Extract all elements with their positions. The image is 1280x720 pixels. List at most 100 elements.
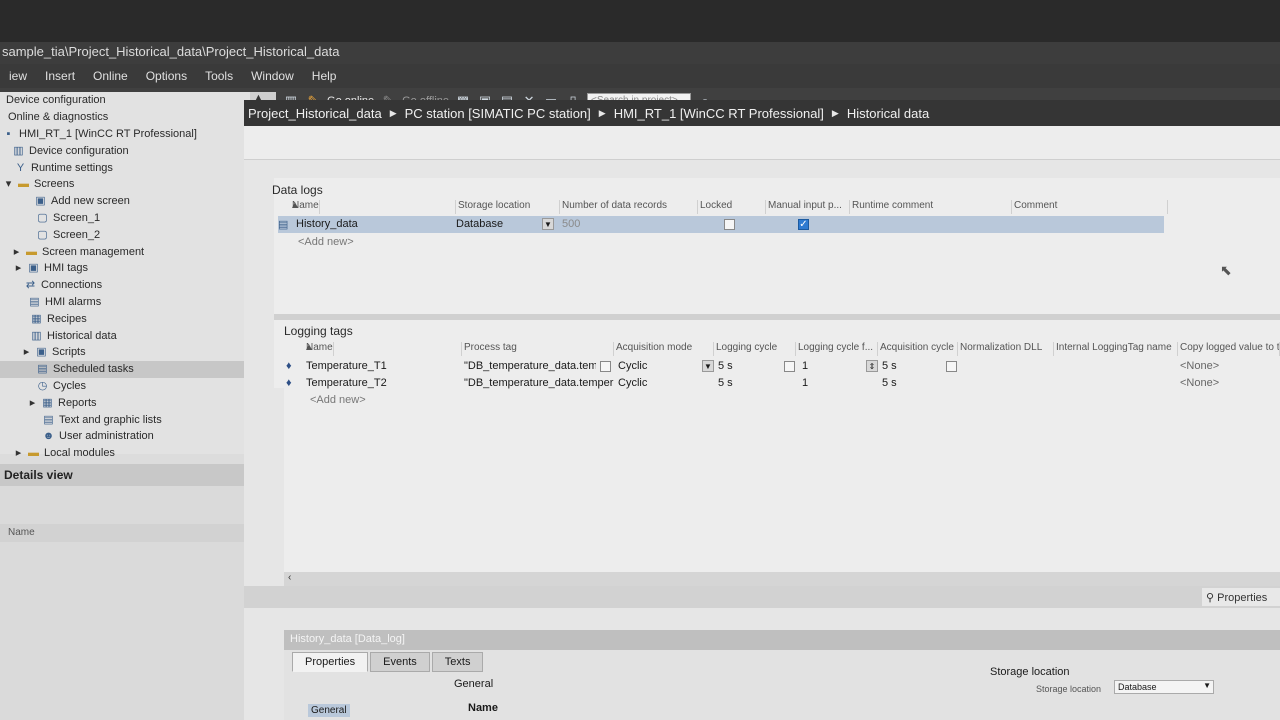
tree-item-online-diagnostics[interactable]: Online & diagnostics (0, 109, 250, 126)
tree-item-cycles[interactable]: ◷ Cycles (0, 378, 250, 395)
col-copy-logged-value[interactable]: Copy logged value to tag (1178, 342, 1280, 356)
cell-logging-factor[interactable]: 1 (802, 360, 808, 372)
breadcrumb-historical-data[interactable]: Historical data (847, 106, 929, 121)
table-row[interactable]: ♦ Temperature_T1 "DB_temperature_data.te… (286, 358, 1280, 375)
col-manual-input[interactable]: Manual input p... (766, 200, 850, 214)
tree-item-local-modules[interactable]: ▸ ▬ Local modules (0, 445, 250, 462)
add-new-logging-tag[interactable]: <Add new> (310, 394, 366, 411)
tree-item-hmi-rt-1[interactable]: ▪ HMI_RT_1 [WinCC RT Professional] (0, 126, 250, 143)
breadcrumb-project[interactable]: Project_Historical_data (248, 106, 382, 121)
cell-name[interactable]: Temperature_T1 (306, 360, 387, 372)
cell-logging-cycle[interactable]: 5 s (718, 377, 733, 389)
cell-process-tag[interactable]: "DB_temperature_data.tem (464, 360, 596, 372)
tab-properties[interactable]: Properties (292, 652, 369, 672)
scroll-left-icon[interactable]: ‹ (288, 572, 291, 583)
menu-window[interactable]: Window (242, 69, 303, 83)
tree-item-runtime-settings[interactable]: Y Runtime settings (0, 159, 250, 176)
acq-picker-icon[interactable] (946, 361, 957, 372)
expand-arrow-icon[interactable]: ▸ (28, 397, 37, 409)
cell-records[interactable]: 500 (562, 218, 580, 230)
connections-icon: ⇄ (25, 279, 36, 292)
tree-item-hmi-alarms[interactable]: ▤ HMI alarms (0, 294, 250, 311)
storage-dropdown-icon[interactable]: ▼ (542, 218, 554, 230)
expand-arrow-icon[interactable]: ▸ (12, 246, 21, 258)
tree-item-hmi-device-configuration[interactable]: ▥ Device configuration (0, 142, 250, 159)
tree-item-recipes[interactable]: ▦ Recipes (0, 310, 250, 327)
menu-insert[interactable]: Insert (36, 69, 84, 83)
cell-copy-logged[interactable]: <None> (1180, 377, 1219, 389)
splitter-handle[interactable] (274, 314, 1280, 320)
tree-item-scheduled-tasks[interactable]: ▤ Scheduled tasks (0, 360, 250, 378)
tree-item-connections[interactable]: ⇄ Connections (0, 277, 250, 294)
col-name[interactable]: Name ▲ (302, 342, 462, 356)
expand-arrow-icon[interactable]: ▸ (22, 346, 31, 358)
logging-tags-hscrollbar[interactable]: ‹ (284, 572, 1280, 586)
tree-item-screens[interactable]: ▾ ▬ Screens (0, 176, 250, 193)
expand-arrow-icon[interactable]: ▾ (4, 178, 13, 190)
inspector-storage-select[interactable]: Database ▼ (1114, 680, 1214, 694)
tree-item-device-configuration[interactable]: Device configuration (0, 92, 250, 109)
breadcrumb-hmi[interactable]: HMI_RT_1 [WinCC RT Professional] (614, 106, 824, 121)
menu-online[interactable]: Online (84, 69, 137, 83)
tab-texts[interactable]: Texts (431, 652, 484, 672)
col-normalization-dll[interactable]: Normalization DLL (958, 342, 1054, 356)
menu-tools[interactable]: Tools (196, 69, 242, 83)
mode-dropdown-icon[interactable]: ▼ (702, 360, 714, 372)
table-row[interactable]: ♦ Temperature_T2 "DB_temperature_data.te… (286, 375, 1280, 392)
process-tag-picker-icon[interactable] (600, 361, 611, 372)
expand-arrow-icon[interactable]: ▸ (14, 447, 23, 459)
properties-icon: ⚲ (1206, 592, 1218, 604)
col-storage-location[interactable]: Storage location (456, 200, 560, 214)
add-new-data-log[interactable]: <Add new> (298, 236, 354, 253)
folder-icon: ▬ (18, 178, 29, 191)
menu-help[interactable]: Help (303, 69, 346, 83)
menu-view[interactable]: iew (0, 69, 36, 83)
tree-item-user-administration[interactable]: ☻ User administration (0, 428, 250, 445)
col-name[interactable]: Name ▲ (288, 200, 456, 214)
col-runtime-comment[interactable]: Runtime comment (850, 200, 1012, 214)
breadcrumb-pc-station[interactable]: PC station [SIMATIC PC station] (405, 106, 591, 121)
cell-storage[interactable]: Database (456, 218, 503, 230)
tree-item-text-graphic-lists[interactable]: ▤ Text and graphic lists (0, 411, 250, 428)
tree-item-scripts[interactable]: ▸ ▣ Scripts (0, 344, 250, 361)
tab-events[interactable]: Events (370, 652, 430, 672)
col-comment[interactable]: Comment (1012, 200, 1168, 214)
tree-item-historical-data[interactable]: ▥ Historical data (0, 327, 250, 344)
col-process-tag[interactable]: Process tag (462, 342, 614, 356)
inspector-nav-general[interactable]: General (308, 704, 350, 717)
cell-process-tag[interactable]: "DB_temperature_data.temper (464, 377, 614, 389)
cell-name[interactable]: Temperature_T2 (306, 377, 387, 389)
monitor-bezel (0, 0, 1280, 42)
cell-name[interactable]: History_data (296, 218, 358, 230)
tree-item-screen-management[interactable]: ▸ ▬ Screen management (0, 243, 250, 260)
table-row[interactable]: ▤ History_data Database ▼ 500 ✓ (278, 216, 1164, 233)
cell-acquisition-cycle[interactable]: 5 s (882, 377, 897, 389)
tree-item-screen-1[interactable]: ▢ Screen_1 (0, 210, 250, 227)
manual-input-checkbox[interactable]: ✓ (798, 219, 809, 230)
menu-options[interactable]: Options (137, 69, 196, 83)
cell-acquisition-mode[interactable]: Cyclic (618, 360, 647, 372)
details-view-title[interactable]: Details view (0, 464, 278, 486)
col-logging-cycle[interactable]: Logging cycle (714, 342, 796, 356)
tree-item-reports[interactable]: ▸ ▦ Reports (0, 394, 250, 411)
tree-item-screen-2[interactable]: ▢ Screen_2 (0, 226, 250, 243)
col-data-records[interactable]: Number of data records (560, 200, 698, 214)
col-logging-cycle-factor[interactable]: Logging cycle f... (796, 342, 878, 356)
properties-button[interactable]: ⚲ Properties (1202, 588, 1280, 606)
tree-item-hmi-tags[interactable]: ▸ ▣ HMI tags (0, 260, 250, 277)
cell-acquisition-mode[interactable]: Cyclic (618, 377, 647, 389)
cycle-picker-icon[interactable] (784, 361, 795, 372)
expand-arrow-icon[interactable]: ▸ (14, 262, 23, 274)
details-name-column[interactable]: Name (0, 524, 278, 542)
locked-checkbox[interactable] (724, 219, 735, 230)
col-acquisition-mode[interactable]: Acquisition mode (614, 342, 714, 356)
col-acquisition-cycle[interactable]: Acquisition cycle (878, 342, 958, 356)
cell-acquisition-cycle[interactable]: 5 s (882, 360, 897, 372)
tree-item-add-new-screen[interactable]: ▣ Add new screen (0, 193, 250, 210)
cell-logging-factor[interactable]: 1 (802, 377, 808, 389)
col-internal-loggingtag[interactable]: Internal LoggingTag name (1054, 342, 1178, 356)
col-locked[interactable]: Locked (698, 200, 766, 214)
cell-copy-logged[interactable]: <None> (1180, 360, 1219, 372)
factor-spinner-icon[interactable]: ⇕ (866, 360, 878, 372)
cell-logging-cycle[interactable]: 5 s (718, 360, 733, 372)
